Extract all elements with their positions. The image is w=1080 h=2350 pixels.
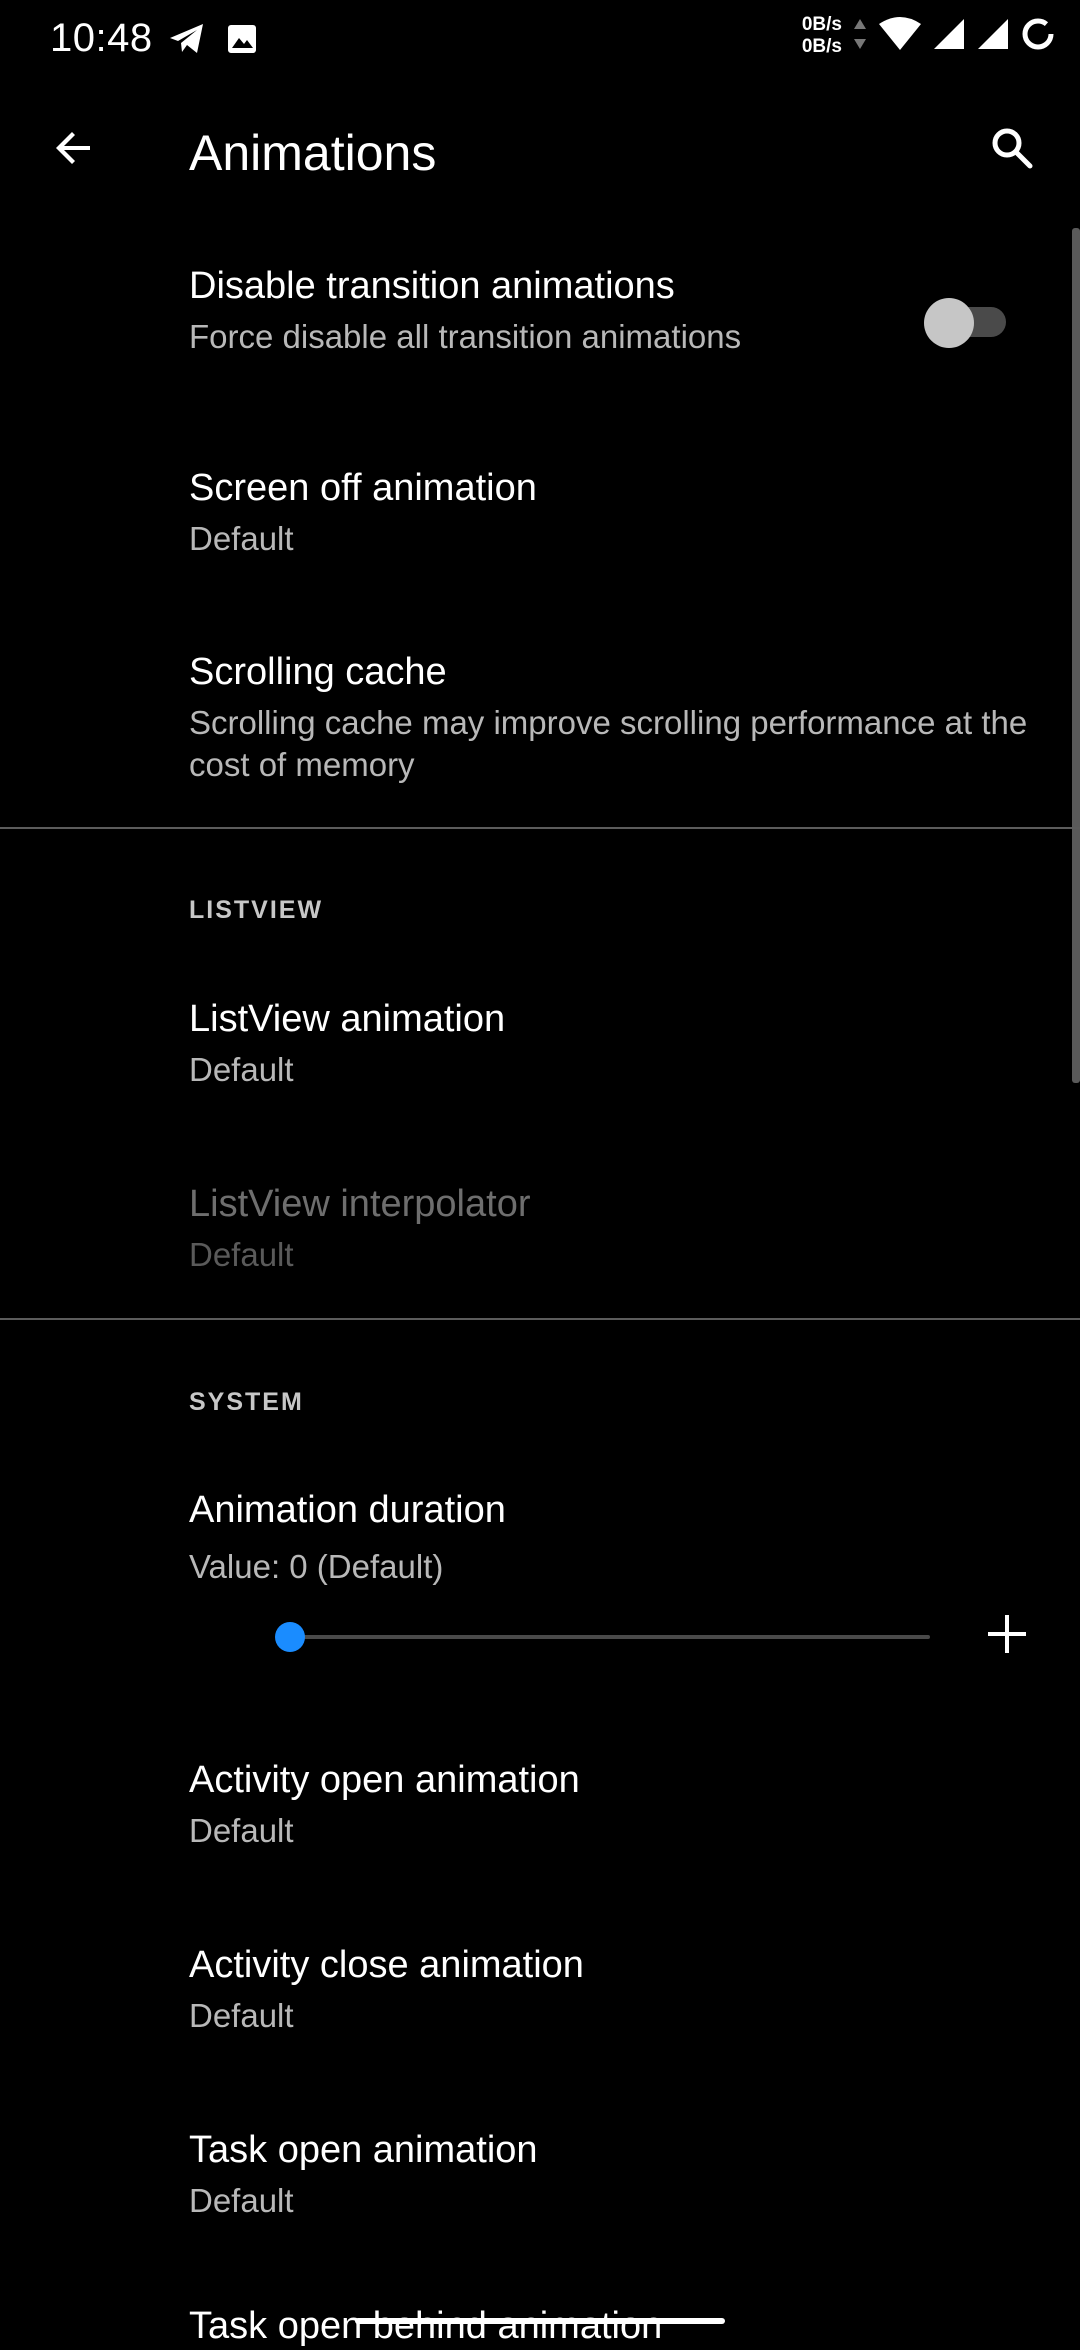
pref-title: Screen off animation (189, 467, 537, 509)
telegram-icon (168, 22, 206, 61)
pref-title: Activity open animation (189, 1759, 580, 1801)
pref-activity-open-animation[interactable]: Activity open animation Default (189, 1756, 1040, 1852)
image-icon (226, 23, 258, 60)
network-speed-up: 0B/s (801, 14, 842, 35)
toggle-thumb (924, 298, 974, 348)
pref-title: Disable transition animations (189, 265, 675, 307)
wifi-icon (878, 16, 922, 57)
section-divider (0, 827, 1080, 829)
network-speed: 0B/s 0B/s (802, 14, 842, 58)
pref-listview-interpolator: ListView interpolator Default (189, 1180, 1040, 1276)
pref-title: Task open animation (189, 2129, 538, 2171)
category-listview: LISTVIEW (189, 896, 324, 924)
slider-thumb[interactable] (275, 1622, 305, 1652)
search-button[interactable] (980, 118, 1044, 182)
network-speed-down: 0B/s (801, 36, 842, 57)
pref-summary: Force disable all transition animations (189, 318, 742, 355)
data-activity-icon (852, 17, 868, 56)
slider-track (290, 1635, 930, 1639)
back-button[interactable] (42, 118, 106, 182)
pref-task-open-behind-animation[interactable]: Task open behind animation (189, 2302, 1040, 2350)
pref-summary: Scrolling cache may improve scrolling pe… (189, 704, 1028, 783)
pref-animation-duration[interactable]: Animation duration Value: 0 (Default) (189, 1486, 1040, 1588)
pref-activity-close-animation[interactable]: Activity close animation Default (189, 1941, 1040, 2037)
pref-listview-animation[interactable]: ListView animation Default (189, 995, 1040, 1091)
section-divider (0, 1318, 1080, 1320)
pref-summary: Default (189, 1051, 294, 1088)
category-system: SYSTEM (189, 1388, 304, 1416)
status-time: 10:48 (50, 16, 153, 60)
app-bar: Animations (0, 80, 1080, 228)
search-icon (988, 124, 1036, 177)
increase-button[interactable] (976, 1605, 1038, 1667)
status-left-icons (168, 22, 258, 61)
signal-icon (932, 17, 966, 56)
battery-circle-icon (1020, 16, 1056, 57)
pref-screen-off-animation[interactable]: Screen off animation Default (189, 464, 1040, 560)
pref-scrolling-cache[interactable]: Scrolling cache Scrolling cache may impr… (189, 648, 1040, 786)
pref-summary: Default (189, 2182, 294, 2219)
pref-summary: Default (189, 1997, 294, 2034)
scrollbar[interactable] (1072, 228, 1080, 1083)
animation-duration-slider[interactable] (275, 1617, 930, 1657)
pref-summary: Value: 0 (Default) (189, 1548, 444, 1585)
navigation-gesture-handle[interactable] (355, 2318, 725, 2324)
pref-task-open-animation[interactable]: Task open animation Default (189, 2126, 1040, 2222)
pref-title: Activity close animation (189, 1944, 584, 1986)
pref-summary: Default (189, 1812, 294, 1849)
disable-transition-toggle[interactable] (924, 293, 1008, 348)
plus-icon (985, 1612, 1029, 1661)
pref-title: Scrolling cache (189, 651, 447, 693)
pref-title: ListView animation (189, 998, 506, 1040)
pref-disable-transition-animations[interactable]: Disable transition animations Force disa… (189, 262, 880, 358)
pref-title: ListView interpolator (189, 1183, 531, 1225)
pref-title: Task open behind animation (189, 2305, 663, 2347)
status-right-icons: 0B/s 0B/s (802, 14, 1056, 58)
pref-title: Animation duration (189, 1489, 506, 1531)
signal-icon (976, 17, 1010, 56)
pref-summary: Default (189, 1236, 294, 1273)
pref-summary: Default (189, 520, 294, 557)
page-title: Animations (189, 125, 437, 181)
status-bar: 10:48 0B/s 0B/s (0, 0, 1080, 80)
arrow-left-icon (50, 124, 98, 177)
